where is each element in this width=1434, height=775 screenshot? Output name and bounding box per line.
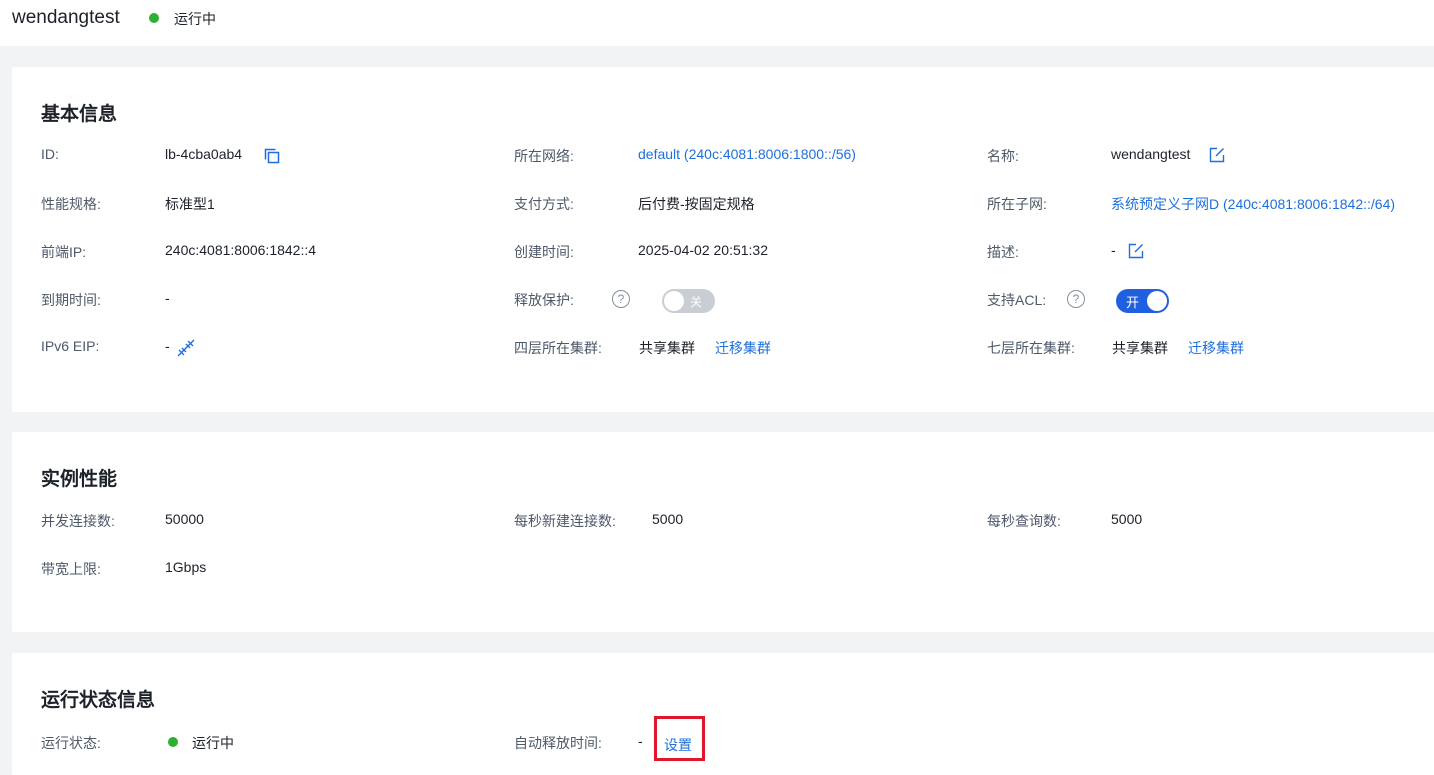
edit-desc-icon[interactable] [1127, 242, 1145, 260]
eip-value: - [165, 338, 170, 354]
performance-title: 实例性能 [41, 469, 118, 490]
status-dot [149, 13, 159, 23]
acl-toggle-label: 开 [1126, 295, 1140, 310]
l7-cluster-label: 七层所在集群: [987, 340, 1075, 356]
instance-title: wendangtest [12, 7, 120, 28]
network-label: 所在网络: [514, 148, 574, 164]
spec-value: 标准型1 [165, 196, 215, 212]
subnet-link[interactable]: 系统预定义子网D (240c:4081:8006:1842::/64) [1111, 194, 1395, 214]
runtime-status-title: 运行状态信息 [41, 690, 156, 711]
toggle-knob [1147, 291, 1167, 311]
basic-info-title: 基本信息 [41, 104, 118, 125]
l7-migrate-link[interactable]: 迁移集群 [1188, 338, 1244, 358]
release-protect-toggle[interactable]: 关 [662, 289, 715, 313]
created-value: 2025-04-02 20:51:32 [638, 242, 768, 258]
concurrent-label: 并发连接数: [41, 513, 115, 529]
created-label: 创建时间: [514, 244, 574, 260]
id-label: ID: [41, 146, 59, 162]
eip-label: IPv6 EIP: [41, 338, 100, 354]
copy-icon[interactable] [264, 148, 280, 164]
desc-label: 描述: [987, 244, 1019, 260]
runtime-status-value: 运行中 [192, 735, 234, 751]
name-label: 名称: [987, 148, 1019, 164]
acl-label: 支持ACL: [987, 292, 1047, 308]
concurrent-value: 50000 [165, 511, 204, 527]
expire-value: - [165, 290, 170, 306]
set-auto-release-link[interactable]: 设置 [664, 735, 692, 755]
network-link[interactable]: default (240c:4081:8006:1800::/56) [638, 146, 856, 162]
instance-header: wendangtest 运行中 [0, 0, 1434, 46]
qps-value: 5000 [1111, 511, 1143, 527]
pay-label: 支付方式: [514, 196, 574, 212]
frontend-ip-label: 前端IP: [41, 244, 87, 260]
l4-cluster-label: 四层所在集群: [514, 340, 602, 356]
performance-card: 实例性能 并发连接数: 50000 每秒新建连接数: 5000 每秒查询数: 5… [12, 432, 1434, 632]
instance-status: 运行中 [174, 11, 216, 27]
frontend-ip-value: 240c:4081:8006:1842::4 [165, 242, 317, 258]
release-protect-help-icon[interactable]: ? [612, 290, 630, 308]
new-conn-value: 5000 [652, 511, 684, 527]
desc-value: - [1111, 242, 1116, 258]
acl-toggle[interactable]: 开 [1116, 289, 1169, 313]
qps-label: 每秒查询数: [987, 513, 1061, 529]
runtime-status-card: 运行状态信息 运行状态: 运行中 自动释放时间: - 设置 [12, 653, 1434, 775]
subnet-label: 所在子网: [987, 196, 1047, 212]
l4-migrate-link[interactable]: 迁移集群 [715, 338, 771, 358]
l7-cluster-value: 共享集群 [1112, 340, 1168, 356]
expire-label: 到期时间: [41, 292, 101, 308]
name-value: wendangtest [1111, 146, 1191, 162]
bandwidth-value: 1Gbps [165, 559, 207, 575]
edit-name-icon[interactable] [1208, 146, 1226, 164]
id-value: lb-4cba0ab4 [165, 146, 243, 162]
release-protect-toggle-label: 关 [690, 295, 703, 309]
auto-release-label: 自动释放时间: [514, 735, 602, 751]
pay-value: 后付费-按固定规格 [638, 196, 755, 212]
toggle-knob [664, 291, 684, 311]
auto-release-value: - [638, 733, 643, 749]
release-protect-label: 释放保护: [514, 292, 574, 308]
bandwidth-label: 带宽上限: [41, 561, 101, 577]
runtime-status-label: 运行状态: [41, 735, 101, 751]
bind-eip-icon[interactable] [176, 338, 196, 358]
new-conn-label: 每秒新建连接数: [514, 513, 616, 529]
runtime-status-dot [168, 737, 178, 747]
spec-label: 性能规格: [41, 196, 101, 212]
acl-help-icon[interactable]: ? [1067, 290, 1085, 308]
l4-cluster-value: 共享集群 [639, 340, 695, 356]
basic-info-card: 基本信息 ID: lb-4cba0ab4 所在网络: default (240c… [12, 67, 1434, 412]
